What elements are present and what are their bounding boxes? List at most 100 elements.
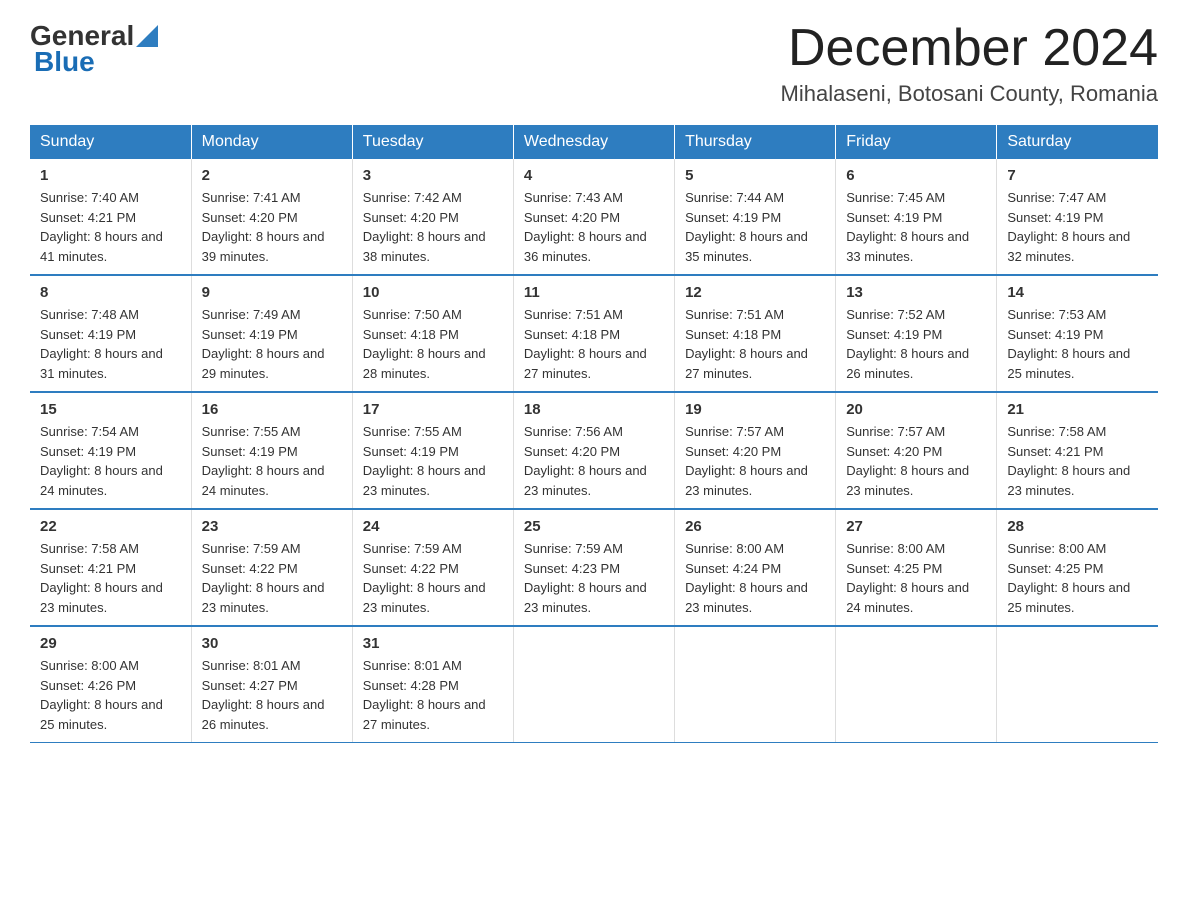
day-number: 7 (1007, 167, 1148, 184)
col-friday: Friday (836, 125, 997, 159)
col-sunday: Sunday (30, 125, 191, 159)
week-row-3: 15 Sunrise: 7:54 AMSunset: 4:19 PMDayligh… (30, 392, 1158, 509)
calendar-cell: 27Sunrise: 8:00 AMSunset: 4:25 PMDayligh… (836, 509, 997, 626)
col-thursday: Thursday (675, 125, 836, 159)
calendar-cell: 28 Sunrise: 8:00 AMSunset: 4:25 PMDayligh… (997, 509, 1158, 626)
calendar-cell: 22 Sunrise: 7:58 AMSunset: 4:21 PMDayligh… (30, 509, 191, 626)
day-number: 5 (685, 167, 825, 184)
calendar-cell (675, 626, 836, 743)
calendar-cell: 26Sunrise: 8:00 AMSunset: 4:24 PMDayligh… (675, 509, 836, 626)
day-number: 24 (363, 518, 503, 535)
day-info: Sunrise: 8:00 AMSunset: 4:25 PMDaylight:… (1007, 541, 1130, 615)
day-number: 1 (40, 167, 181, 184)
day-info: Sunrise: 7:49 AMSunset: 4:19 PMDaylight:… (202, 307, 325, 381)
week-row-5: 29 Sunrise: 8:00 AMSunset: 4:26 PMDayligh… (30, 626, 1158, 743)
day-info: Sunrise: 7:55 AMSunset: 4:19 PMDaylight:… (363, 424, 486, 498)
calendar-cell: 19 Sunrise: 7:57 AMSunset: 4:20 PMDayligh… (675, 392, 836, 509)
calendar-cell: 11Sunrise: 7:51 AMSunset: 4:18 PMDayligh… (513, 275, 674, 392)
calendar-cell (513, 626, 674, 743)
day-number: 10 (363, 284, 503, 301)
day-number: 19 (685, 401, 825, 418)
col-tuesday: Tuesday (352, 125, 513, 159)
week-row-4: 22 Sunrise: 7:58 AMSunset: 4:21 PMDayligh… (30, 509, 1158, 626)
calendar-cell: 12 Sunrise: 7:51 AMSunset: 4:18 PMDayligh… (675, 275, 836, 392)
day-info: Sunrise: 7:59 AMSunset: 4:23 PMDaylight:… (524, 541, 647, 615)
calendar-cell: 6 Sunrise: 7:45 AMSunset: 4:19 PMDaylight… (836, 159, 997, 275)
col-wednesday: Wednesday (513, 125, 674, 159)
day-info: Sunrise: 7:54 AMSunset: 4:19 PMDaylight:… (40, 424, 163, 498)
day-number: 8 (40, 284, 181, 301)
calendar-cell: 31 Sunrise: 8:01 AMSunset: 4:28 PMDayligh… (352, 626, 513, 743)
calendar-cell: 3 Sunrise: 7:42 AMSunset: 4:20 PMDaylight… (352, 159, 513, 275)
day-info: Sunrise: 7:45 AMSunset: 4:19 PMDaylight:… (846, 190, 969, 264)
day-info: Sunrise: 7:56 AMSunset: 4:20 PMDaylight:… (524, 424, 647, 498)
logo: General Blue (30, 20, 158, 78)
location-title: Mihalaseni, Botosani County, Romania (781, 81, 1158, 107)
day-number: 29 (40, 635, 181, 652)
day-number: 16 (202, 401, 342, 418)
day-info: Sunrise: 8:01 AMSunset: 4:27 PMDaylight:… (202, 658, 325, 732)
col-monday: Monday (191, 125, 352, 159)
col-saturday: Saturday (997, 125, 1158, 159)
day-number: 21 (1007, 401, 1148, 418)
day-number: 30 (202, 635, 342, 652)
calendar-cell: 9 Sunrise: 7:49 AMSunset: 4:19 PMDaylight… (191, 275, 352, 392)
header: General Blue December 2024 Mihalaseni, B… (30, 20, 1158, 107)
calendar-cell: 7Sunrise: 7:47 AMSunset: 4:19 PMDaylight… (997, 159, 1158, 275)
calendar-cell: 5 Sunrise: 7:44 AMSunset: 4:19 PMDaylight… (675, 159, 836, 275)
logo-icon (136, 25, 158, 47)
calendar-cell: 1 Sunrise: 7:40 AMSunset: 4:21 PMDaylight… (30, 159, 191, 275)
week-row-1: 1 Sunrise: 7:40 AMSunset: 4:21 PMDaylight… (30, 159, 1158, 275)
day-info: Sunrise: 7:50 AMSunset: 4:18 PMDaylight:… (363, 307, 486, 381)
day-info: Sunrise: 8:01 AMSunset: 4:28 PMDaylight:… (363, 658, 486, 732)
day-info: Sunrise: 7:40 AMSunset: 4:21 PMDaylight:… (40, 190, 163, 264)
day-info: Sunrise: 8:00 AMSunset: 4:25 PMDaylight:… (846, 541, 969, 615)
day-number: 22 (40, 518, 181, 535)
day-info: Sunrise: 7:58 AMSunset: 4:21 PMDaylight:… (1007, 424, 1130, 498)
calendar-cell: 15 Sunrise: 7:54 AMSunset: 4:19 PMDayligh… (30, 392, 191, 509)
calendar-cell: 18Sunrise: 7:56 AMSunset: 4:20 PMDayligh… (513, 392, 674, 509)
day-number: 17 (363, 401, 503, 418)
calendar-cell: 24 Sunrise: 7:59 AMSunset: 4:22 PMDayligh… (352, 509, 513, 626)
calendar-cell: 10 Sunrise: 7:50 AMSunset: 4:18 PMDayligh… (352, 275, 513, 392)
day-info: Sunrise: 7:51 AMSunset: 4:18 PMDaylight:… (524, 307, 647, 381)
calendar-cell (997, 626, 1158, 743)
day-number: 3 (363, 167, 503, 184)
header-row: Sunday Monday Tuesday Wednesday Thursday… (30, 125, 1158, 159)
day-info: Sunrise: 7:59 AMSunset: 4:22 PMDaylight:… (202, 541, 325, 615)
calendar-cell: 17 Sunrise: 7:55 AMSunset: 4:19 PMDayligh… (352, 392, 513, 509)
day-info: Sunrise: 7:59 AMSunset: 4:22 PMDaylight:… (363, 541, 486, 615)
day-number: 28 (1007, 518, 1148, 535)
day-number: 15 (40, 401, 181, 418)
day-number: 23 (202, 518, 342, 535)
calendar-cell: 25 Sunrise: 7:59 AMSunset: 4:23 PMDayligh… (513, 509, 674, 626)
calendar-cell: 2Sunrise: 7:41 AMSunset: 4:20 PMDaylight… (191, 159, 352, 275)
day-info: Sunrise: 7:42 AMSunset: 4:20 PMDaylight:… (363, 190, 486, 264)
calendar-cell: 8Sunrise: 7:48 AMSunset: 4:19 PMDaylight… (30, 275, 191, 392)
day-info: Sunrise: 7:44 AMSunset: 4:19 PMDaylight:… (685, 190, 808, 264)
month-title: December 2024 (781, 20, 1158, 77)
day-info: Sunrise: 7:41 AMSunset: 4:20 PMDaylight:… (202, 190, 325, 264)
calendar-cell: 13Sunrise: 7:52 AMSunset: 4:19 PMDayligh… (836, 275, 997, 392)
day-number: 12 (685, 284, 825, 301)
day-info: Sunrise: 7:51 AMSunset: 4:18 PMDaylight:… (685, 307, 808, 381)
day-info: Sunrise: 8:00 AMSunset: 4:26 PMDaylight:… (40, 658, 163, 732)
day-number: 14 (1007, 284, 1148, 301)
day-number: 4 (524, 167, 664, 184)
calendar-cell: 16Sunrise: 7:55 AMSunset: 4:19 PMDayligh… (191, 392, 352, 509)
calendar-cell: 4Sunrise: 7:43 AMSunset: 4:20 PMDaylight… (513, 159, 674, 275)
day-number: 9 (202, 284, 342, 301)
day-number: 20 (846, 401, 986, 418)
day-info: Sunrise: 7:57 AMSunset: 4:20 PMDaylight:… (685, 424, 808, 498)
calendar-cell: 21 Sunrise: 7:58 AMSunset: 4:21 PMDayligh… (997, 392, 1158, 509)
day-info: Sunrise: 7:52 AMSunset: 4:19 PMDaylight:… (846, 307, 969, 381)
logo-blue-text: Blue (30, 46, 158, 78)
day-number: 25 (524, 518, 664, 535)
day-info: Sunrise: 7:58 AMSunset: 4:21 PMDaylight:… (40, 541, 163, 615)
day-number: 6 (846, 167, 986, 184)
day-info: Sunrise: 7:53 AMSunset: 4:19 PMDaylight:… (1007, 307, 1130, 381)
day-number: 31 (363, 635, 503, 652)
calendar-cell: 20Sunrise: 7:57 AMSunset: 4:20 PMDayligh… (836, 392, 997, 509)
title-area: December 2024 Mihalaseni, Botosani Count… (781, 20, 1158, 107)
calendar-cell (836, 626, 997, 743)
